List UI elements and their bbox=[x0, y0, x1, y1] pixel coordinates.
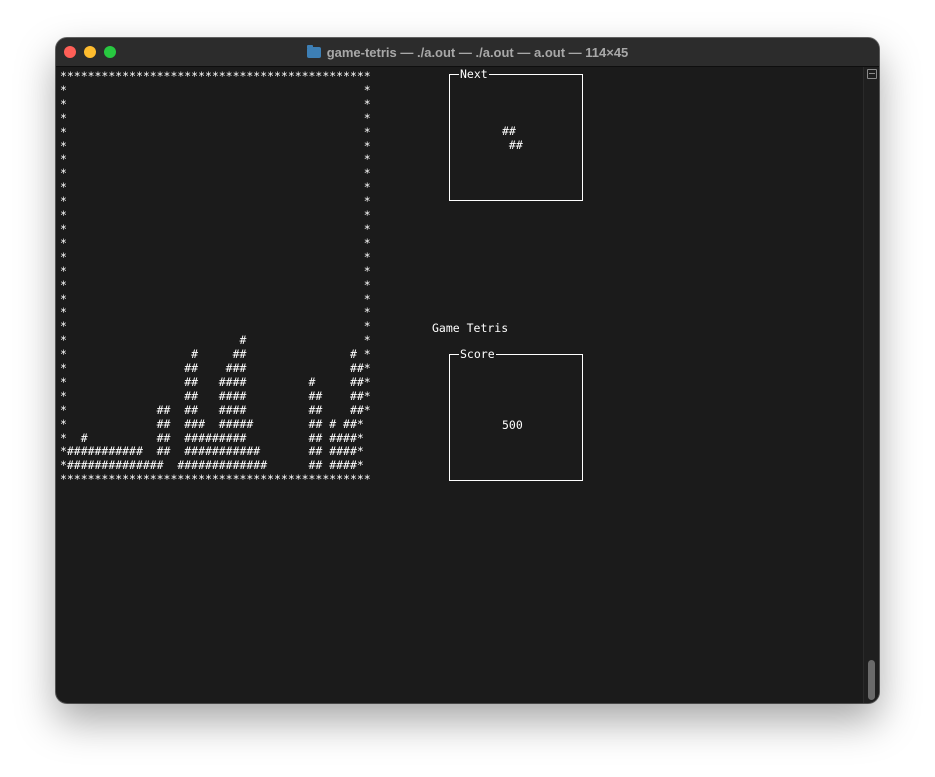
scrollbar-thumb[interactable] bbox=[868, 660, 875, 700]
window-title: game-tetris — ./a.out — ./a.out — a.out … bbox=[326, 44, 629, 60]
terminal-window: game-tetris — ./a.out — ./a.out — a.out … bbox=[56, 38, 879, 703]
tetris-board: ****************************************… bbox=[60, 69, 371, 487]
next-label: Next bbox=[459, 67, 489, 81]
game-title: Game Tetris bbox=[432, 321, 509, 335]
window-title-container: game-tetris — ./a.out — ./a.out — a.out … bbox=[56, 38, 879, 66]
folder-icon bbox=[306, 44, 321, 58]
title-bar[interactable]: game-tetris — ./a.out — ./a.out — a.out … bbox=[56, 38, 879, 67]
score-panel: Score 500 bbox=[449, 347, 583, 481]
score-label: Score bbox=[459, 347, 496, 361]
next-piece-panel: Next ## ## bbox=[449, 67, 583, 201]
next-piece-preview: ## ## bbox=[502, 124, 523, 152]
split-pane-icon[interactable] bbox=[867, 69, 877, 79]
vertical-scrollbar[interactable] bbox=[863, 67, 879, 703]
score-value: 500 bbox=[502, 418, 523, 432]
terminal-content[interactable]: ****************************************… bbox=[56, 67, 864, 703]
